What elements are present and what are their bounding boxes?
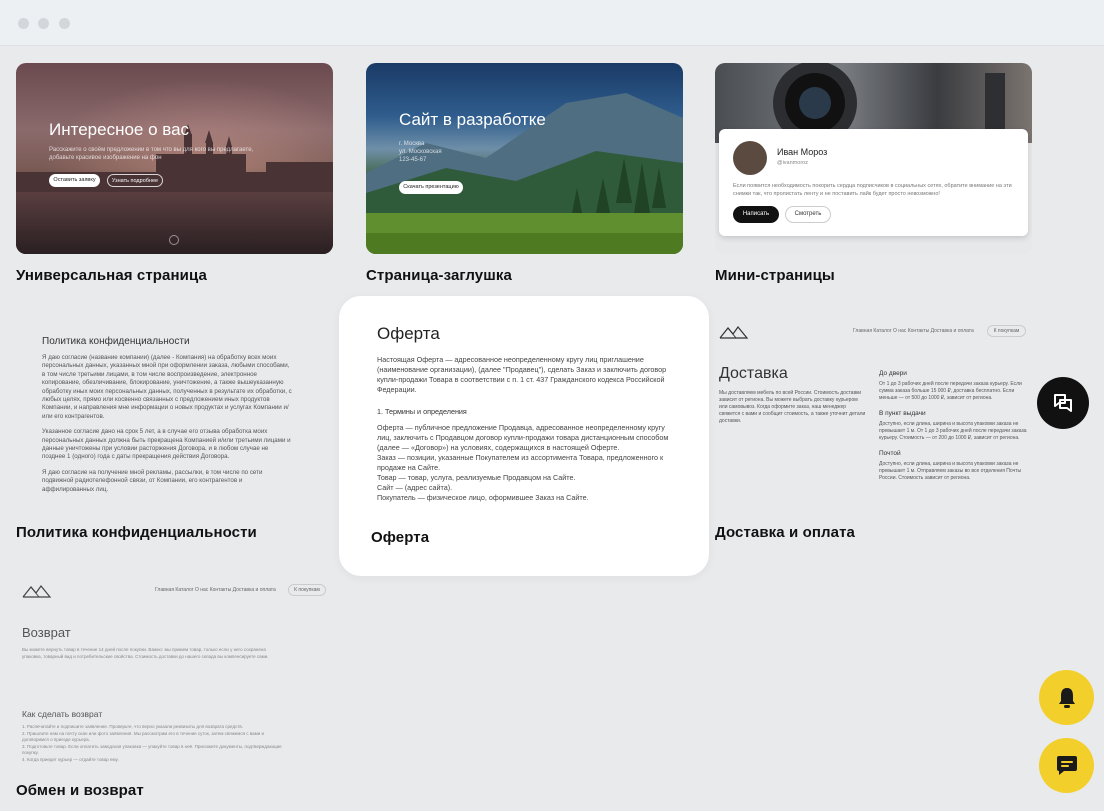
offer-section-title: 1. Термины и определения	[377, 407, 467, 416]
return-step: 1. Распечатайте и подпишите заявление. П…	[22, 724, 244, 729]
return-page-title: Возврат	[22, 625, 71, 640]
profile-text: Если появится необходимость покорить сер…	[733, 183, 1012, 197]
template-thumb-universal[interactable]: Интересное о вас Расскажите о своём пред…	[16, 63, 333, 254]
return-cart-button[interactable]: К покупкам	[288, 584, 326, 596]
return-lead: Вы можете вернуть товар в течение 14 дне…	[22, 647, 269, 659]
chat-bubbles-button[interactable]	[1037, 377, 1089, 429]
stub-hero-title: Сайт в разработке	[399, 110, 546, 129]
privacy-doc-title: Политика конфиденциальности	[42, 336, 190, 347]
card-title-universal[interactable]: Универсальная страница	[16, 267, 207, 284]
hero-text: Расскажите о своём предложении в том что…	[49, 147, 254, 161]
profile-name: Иван Мороз	[777, 147, 828, 157]
delivery-lead: Мы доставляем мебель по всей России. Сто…	[719, 390, 866, 424]
card-title-privacy[interactable]: Политика конфиденциальности	[16, 524, 257, 541]
return-step: 4. Когда приедет курьер — отдайте товар …	[22, 756, 119, 762]
view-button[interactable]: Смотреть	[785, 206, 831, 223]
scroll-down-icon[interactable]	[169, 235, 179, 245]
template-thumb-mini[interactable]: Иван Мороз @ivanmoroz Если появится необ…	[715, 63, 1032, 254]
window-chrome	[0, 0, 1104, 46]
message-icon	[1056, 755, 1077, 775]
template-thumb-return[interactable]: Главная Каталог О нас Контакты Доставка …	[16, 578, 333, 768]
privacy-paragraph: Я даю согласие на получение мной рекламы…	[42, 468, 263, 493]
mountains-logo-icon	[22, 585, 52, 598]
notifications-button[interactable]	[1039, 670, 1094, 725]
download-presentation-button[interactable]: Скачать презентацию	[399, 181, 463, 194]
delivery-block-title: Почтой	[879, 450, 901, 457]
chat-bubbles-icon	[1054, 394, 1072, 412]
return-nav[interactable]: Главная Каталог О нас Контакты Доставка …	[155, 587, 276, 593]
offer-term: Заказ — позиции, указанные Покупателем и…	[377, 453, 664, 472]
delivery-block-text: Доступно, если длина, ширина и высота уп…	[879, 421, 1027, 441]
stub-line-2: ул. Московская	[399, 149, 442, 155]
delivery-page-title: Доставка	[719, 365, 788, 382]
offer-intro: Настоящая Оферта — адресованное неопреде…	[377, 355, 667, 394]
offer-term: Товар — товар, услуга, реализуемые Прода…	[377, 473, 576, 482]
bell-icon	[1058, 687, 1075, 708]
stub-line-3: 123-45-67	[399, 157, 427, 163]
leave-request-button[interactable]: Оставить заявку	[49, 174, 100, 187]
stub-line-1: г. Москва	[399, 141, 425, 147]
privacy-paragraph: Я даю согласие (название компании) (дале…	[42, 354, 292, 420]
delivery-cart-button[interactable]: К покупкам	[987, 325, 1026, 337]
delivery-block-text: От 1 до 3 рабочих дней после передачи за…	[879, 381, 1022, 401]
delivery-block-title: В пункт выдачи	[879, 410, 926, 417]
privacy-paragraph: Указанное согласие дано на срок 5 лет, а…	[42, 428, 291, 461]
template-thumb-stub[interactable]: Сайт в разработке г. Москва ул. Московск…	[366, 63, 683, 254]
learn-more-button[interactable]: Узнать подробнее	[107, 174, 163, 187]
template-thumb-delivery[interactable]: Главная Каталог О нас Контакты Доставка …	[715, 318, 1032, 508]
delivery-block-title: До двери	[879, 370, 907, 377]
template-card-offer-hovered[interactable]: Оферта Настоящая Оферта — адресованное н…	[339, 296, 709, 576]
offer-term: Оферта — публичное предложение Продавца,…	[377, 423, 669, 452]
write-button[interactable]: Написать	[733, 206, 779, 223]
window-dot-maximize[interactable]	[59, 18, 70, 29]
card-title-delivery[interactable]: Доставка и оплата	[715, 524, 855, 541]
offer-doc-title: Оферта	[377, 324, 440, 343]
card-title-stub[interactable]: Страница-заглушка	[366, 267, 512, 284]
messages-button[interactable]	[1039, 738, 1094, 793]
delivery-blocks: До двери От 1 до 3 рабочих дней после пе…	[879, 370, 1029, 482]
card-title-mini[interactable]: Мини-страницы	[715, 267, 835, 284]
return-steps: 1. Распечатайте и подпишите заявление. П…	[22, 724, 282, 763]
delivery-block-text: Доступно, если длина, ширина и высота уп…	[879, 461, 1022, 481]
mountains-logo-icon	[719, 326, 749, 339]
window-dot-minimize[interactable]	[38, 18, 49, 29]
offer-term: Покупатель — физическое лицо, оформившее…	[377, 493, 589, 502]
window-dot-close[interactable]	[18, 18, 29, 29]
profile-card: Иван Мороз @ivanmoroz Если появится необ…	[719, 129, 1028, 236]
card-title-offer[interactable]: Оферта	[371, 529, 429, 546]
avatar	[733, 141, 767, 175]
offer-doc: Оферта Настоящая Оферта — адресованное н…	[377, 324, 677, 503]
card-title-return[interactable]: Обмен и возврат	[16, 782, 144, 799]
hero-title: Интересное о вас	[49, 120, 190, 139]
return-subtitle: Как сделать возврат	[22, 709, 103, 719]
offer-term: Сайт — (адрес сайта).	[377, 483, 453, 492]
template-thumb-privacy[interactable]: Политика конфиденциальности Я даю соглас…	[42, 336, 292, 494]
delivery-nav[interactable]: Главная Каталог О нас Контакты Доставка …	[853, 328, 974, 334]
profile-handle: @ivanmoroz	[777, 160, 808, 166]
return-step: 3. Подготовьте товар. Если оплатить заво…	[22, 743, 282, 756]
return-step: 2. Пришлите нам на почту скан или фото з…	[22, 730, 264, 743]
